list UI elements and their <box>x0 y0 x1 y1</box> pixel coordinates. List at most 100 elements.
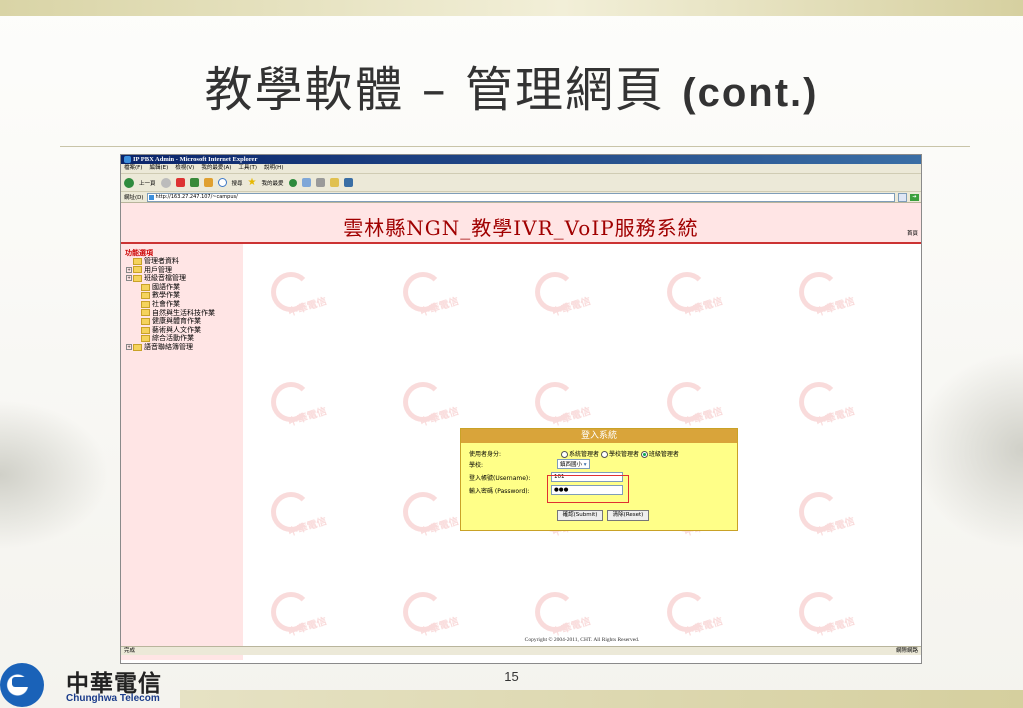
folder-icon <box>133 343 142 351</box>
favorites-star-icon[interactable]: ★ <box>248 177 257 188</box>
menu-tools[interactable]: 工具(T) <box>238 164 257 173</box>
chevron-down-icon: ▾ <box>583 462 587 468</box>
folder-icon <box>133 274 142 282</box>
highlight-box <box>547 475 629 503</box>
reset-button[interactable]: 清除(Reset) <box>607 510 649 521</box>
radio-system-admin[interactable] <box>561 451 568 458</box>
expand-plus-icon[interactable]: + <box>126 275 132 282</box>
page-content: 雲林縣NGN_教學IVR_VoIP服務系統 首頁 功能選項 管理者資料 + 用戶管… <box>121 203 921 660</box>
site-header: 雲林縣NGN_教學IVR_VoIP服務系統 首頁 <box>121 203 921 244</box>
go-button[interactable]: ➔ <box>910 193 919 201</box>
watermark-logo-icon: 中華電信 <box>271 272 331 319</box>
logo-name-en: Chunghwa Telecom <box>66 693 160 704</box>
folder-icon <box>133 257 142 265</box>
sidebar-item-health[interactable]: 健康與體育作業 <box>121 317 243 326</box>
watermark-logo-icon: 中華電信 <box>799 382 859 429</box>
expand-plus-icon[interactable]: + <box>126 266 132 273</box>
sidebar-item-integrative[interactable]: 綜合活動作業 <box>121 334 243 343</box>
folder-icon[interactable] <box>329 178 339 187</box>
watermark-logo-icon: 中華電信 <box>535 272 595 319</box>
search-icon[interactable] <box>217 178 227 187</box>
site-title: 雲林縣NGN_教學IVR_VoIP服務系統 <box>343 216 699 240</box>
history-icon[interactable] <box>288 178 297 187</box>
submit-button[interactable]: 確認(Submit) <box>557 510 603 521</box>
page-icon <box>148 194 154 200</box>
search-button-label[interactable]: 搜尋 <box>232 179 243 187</box>
background-decoration-left <box>0 400 110 550</box>
watermark-logo-icon: 中華電信 <box>271 382 331 429</box>
username-label: 登入帳號(Username): <box>469 475 531 482</box>
radio-class-admin[interactable] <box>640 451 648 458</box>
radio-label: 系統管理者 <box>569 451 600 458</box>
radio-label: 班級管理者 <box>648 451 679 458</box>
ie-icon <box>124 156 131 163</box>
address-value: http://163.27.247.107/~campus/ <box>155 193 238 200</box>
address-bar: 網址(D) http://163.27.247.107/~campus/ ➔ <box>121 192 921 203</box>
menu-edit[interactable]: 編輯(E) <box>149 164 168 173</box>
favorites-button-label[interactable]: 我的最愛 <box>262 179 284 187</box>
forward-arrow-icon[interactable] <box>160 177 171 188</box>
back-button-label[interactable]: 上一頁 <box>139 179 156 187</box>
sidebar-item-science[interactable]: 自然與生活科技作業 <box>121 309 243 318</box>
expand-plus-icon[interactable]: + <box>126 344 132 351</box>
slide-top-band <box>0 0 1023 16</box>
sidebar-item-social[interactable]: 社會作業 <box>121 300 243 309</box>
chunghwa-logo-icon <box>0 663 44 707</box>
home-link[interactable]: 首頁 <box>907 229 918 237</box>
sidebar-item-voice-contact-book[interactable]: + 語音聯絡簿管理 <box>121 343 243 352</box>
folder-icon <box>141 335 150 343</box>
sidebar-item-label: 管理者資料 <box>144 257 179 265</box>
watermark-logo-icon: 中華電信 <box>403 272 463 319</box>
folder-icon <box>141 309 150 317</box>
address-dropdown-icon[interactable] <box>898 192 907 202</box>
home-icon[interactable] <box>203 178 213 187</box>
slide-title-cont: (cont.) <box>682 71 819 115</box>
menu-view[interactable]: 檢視(V) <box>175 164 194 173</box>
status-bar: 完成 網際網路 <box>121 646 921 655</box>
chunghwa-logo: 中華電信 Chunghwa Telecom <box>0 659 180 708</box>
sidebar-item-label: 健康與體育作業 <box>152 317 201 326</box>
menu-favorites[interactable]: 我的最愛(A) <box>201 164 231 173</box>
sidebar-item-user-management[interactable]: + 用戶管理 <box>121 266 243 275</box>
messenger-icon[interactable] <box>343 178 353 187</box>
radio-school-admin[interactable] <box>600 451 608 458</box>
sidebar-item-chinese[interactable]: 國語作業 <box>121 283 243 292</box>
sidebar-item-label: 自然與生活科技作業 <box>152 308 215 317</box>
browser-menu-bar: 檔案(F) 編輯(E) 檢視(V) 我的最愛(A) 工具(T) 說明(H) <box>121 164 921 174</box>
browser-title-bar: IP PBX Admin - Microsoft Internet Explor… <box>121 155 921 164</box>
window-title: IP PBX Admin - Microsoft Internet Explor… <box>133 156 258 163</box>
menu-help[interactable]: 說明(H) <box>264 164 283 173</box>
menu-file[interactable]: 檔案(F) <box>124 164 142 173</box>
watermark-logo-icon: 中華電信 <box>799 592 859 639</box>
watermark-logo-icon: 中華電信 <box>271 492 331 539</box>
refresh-icon[interactable] <box>189 178 199 187</box>
folder-icon <box>141 283 150 291</box>
sidebar-item-math[interactable]: 數學作業 <box>121 291 243 300</box>
address-input[interactable]: http://163.27.247.107/~campus/ <box>146 192 895 202</box>
watermark-logo-icon: 中華電信 <box>667 272 727 319</box>
password-label: 輸入密碼 (Password): <box>469 488 530 495</box>
sidebar-item-label: 數學作業 <box>152 291 180 300</box>
school-select[interactable]: 鎮西國小 ▾ <box>557 459 590 469</box>
back-arrow-icon[interactable] <box>124 177 134 188</box>
sidebar-item-label: 綜合活動作業 <box>152 334 194 343</box>
title-divider <box>60 146 970 147</box>
watermark-logo-icon: 中華電信 <box>535 592 595 639</box>
sidebar-item-admin-data[interactable]: 管理者資料 <box>121 257 243 266</box>
slide-bottom-band <box>180 690 1023 708</box>
sidebar-item-class-audio[interactable]: + 班級音檔管理 <box>121 274 243 283</box>
sidebar-item-label: 班級音檔管理 <box>144 274 186 283</box>
folder-icon <box>141 326 150 334</box>
sidebar-item-label: 語音聯絡簿管理 <box>144 342 193 351</box>
print-icon[interactable] <box>315 178 325 187</box>
radio-label: 學校管理者 <box>608 451 639 458</box>
mail-icon[interactable] <box>301 178 311 187</box>
slide-title: 教學軟體 – 管理網頁 (cont.) <box>0 50 1023 120</box>
copyright: Copyright © 2004-2011, CHT. All Rights R… <box>524 637 640 643</box>
browser-window: IP PBX Admin - Microsoft Internet Explor… <box>120 154 922 664</box>
folder-icon <box>141 300 150 308</box>
watermark-logo-icon: 中華電信 <box>799 272 859 319</box>
folder-icon <box>141 317 150 325</box>
stop-icon[interactable] <box>175 178 185 187</box>
watermark-logo-icon: 中華電信 <box>403 592 463 639</box>
